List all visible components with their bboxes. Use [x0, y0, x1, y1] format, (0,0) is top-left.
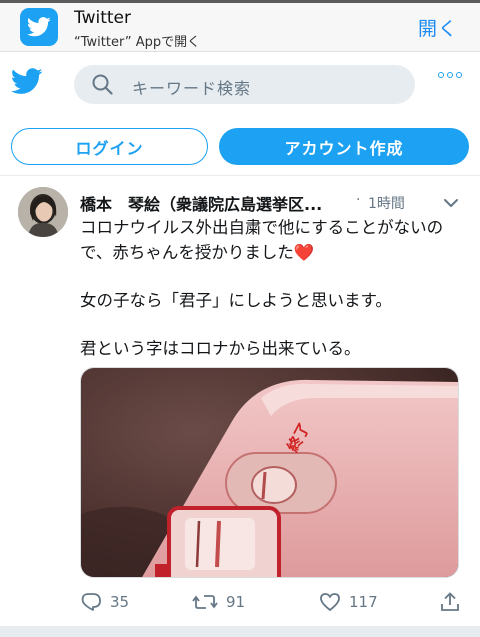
search-placeholder: キーワード検索 [132, 79, 252, 98]
app-banner: Twitter “Twitter” Appで開く 開く [0, 0, 480, 52]
reply-button[interactable]: 35 [80, 592, 129, 612]
more-dots-icon[interactable] [438, 72, 462, 78]
signup-button[interactable]: アカウント作成 [219, 128, 469, 165]
share-icon [441, 592, 459, 611]
tweet-paragraph: 女の子なら「君子」にしようと思います。 [80, 291, 392, 310]
pregnancy-test-photo: 終了 [81, 368, 458, 577]
login-button[interactable]: ログイン [11, 128, 208, 165]
tweet-timestamp[interactable]: 1時間 [368, 193, 405, 213]
like-button[interactable]: 117 [319, 592, 378, 612]
auth-bar: ログイン アカウント作成 [0, 118, 480, 176]
search-icon [92, 74, 113, 95]
tweet-photo[interactable]: 終了 [80, 367, 459, 578]
retweet-icon [192, 595, 218, 609]
tweet-card[interactable]: 橋本 琴絵（衆議院広島選挙区... · 1時間 コロナウイルス外出自粛で他にする… [0, 177, 480, 625]
separator-dot: · [356, 192, 361, 208]
chevron-down-icon[interactable] [443, 193, 459, 212]
reply-count: 35 [110, 593, 130, 611]
tweet-text: コロナウイルス外出自粛で他にすることがないので、赤ちゃんを授かりました❤️ 女の… [80, 215, 465, 361]
heart-icon [320, 593, 340, 611]
twitter-bird-icon [27, 17, 51, 37]
retweet-button[interactable]: 91 [192, 592, 245, 612]
twitter-bird-icon [10, 68, 43, 94]
top-header: キーワード検索 [0, 52, 480, 118]
tweet-paragraph: コロナウイルス外出自粛で他にすることがないので、赤ちゃんを授かりました❤️ [80, 218, 444, 262]
reply-icon [81, 593, 101, 611]
share-button[interactable] [440, 592, 460, 612]
author-name[interactable]: 橋本 琴絵（衆議院広島選挙区... [80, 191, 352, 215]
open-in-app-button[interactable]: 開く [418, 14, 458, 41]
banner-title: Twitter [74, 8, 131, 28]
twitter-app-icon[interactable] [20, 8, 58, 46]
retweet-count: 91 [226, 593, 246, 611]
tweet-actions: 35 91 117 [80, 592, 465, 616]
tweet-paragraph: 君という字はコロナから出来ている。 [80, 339, 361, 358]
avatar-photo [18, 187, 68, 237]
bottom-divider [0, 626, 480, 637]
like-count: 117 [349, 593, 378, 611]
avatar[interactable] [18, 187, 68, 237]
banner-subtitle: “Twitter” Appで開く [74, 35, 201, 50]
twitter-logo[interactable] [10, 68, 43, 99]
search-input[interactable]: キーワード検索 [74, 65, 415, 104]
